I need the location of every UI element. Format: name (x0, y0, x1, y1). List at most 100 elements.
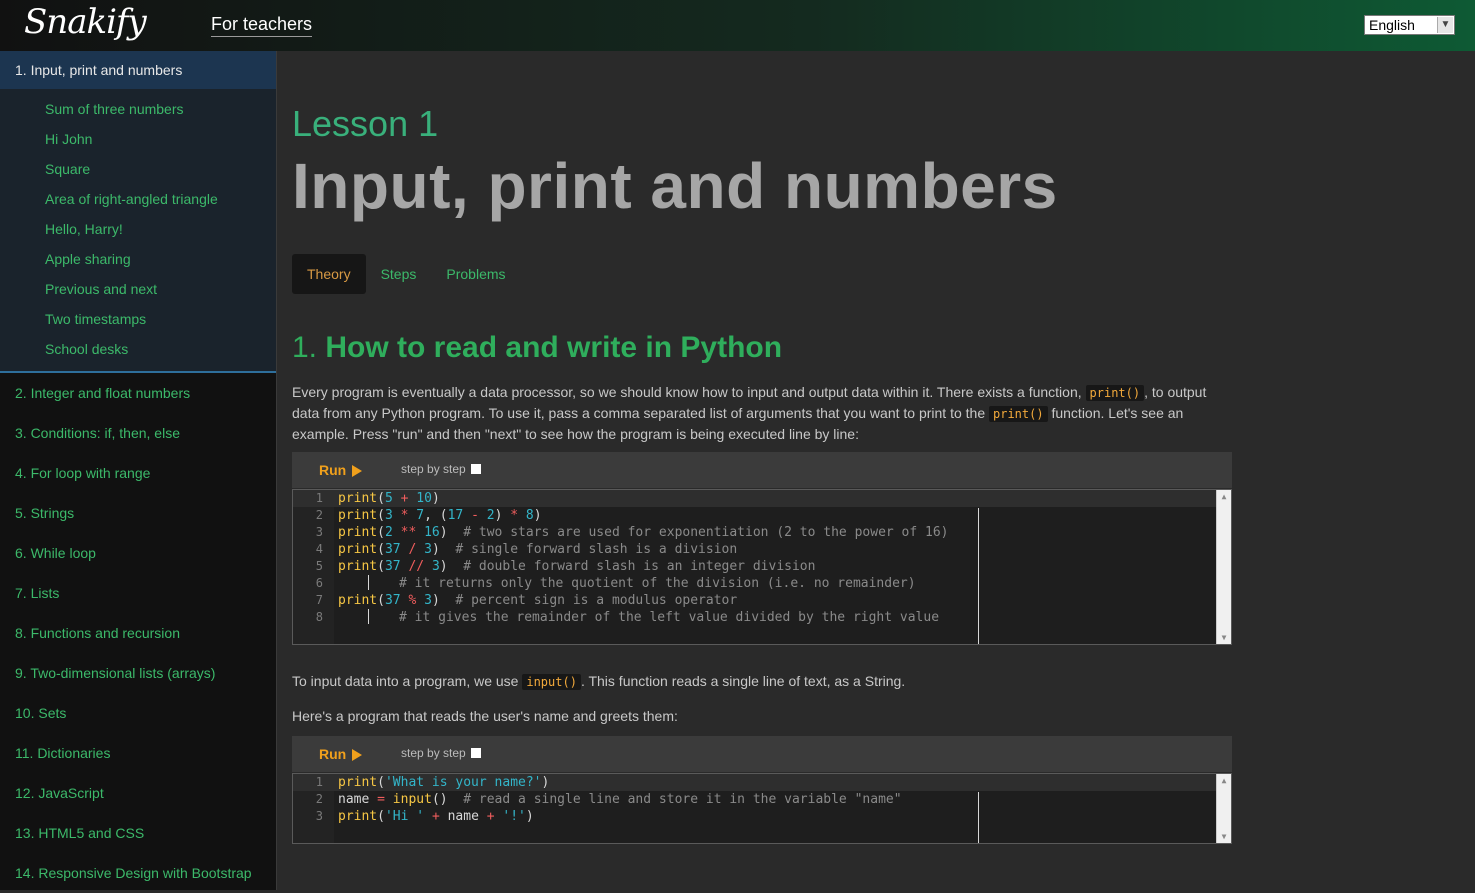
sidebar-problem-item[interactable]: Hi John (0, 124, 276, 154)
step-by-step-checkbox[interactable] (470, 464, 481, 474)
print-margin (978, 508, 979, 644)
run-label: Run (319, 462, 347, 478)
code-line: 7 print(37 % 3) # percent sign is a modul… (293, 592, 1231, 609)
sidebar-lesson-item[interactable]: 13. HTML5 and CSS (0, 813, 276, 853)
code-line: 4 print(37 / 3) # single forward slash is… (293, 541, 1231, 558)
sidebar-lesson-item[interactable]: 8. Functions and recursion (0, 613, 276, 653)
run-button[interactable]: Run (319, 462, 363, 478)
code-line: 8 # it gives the remainder of the left va… (293, 609, 1231, 626)
line-number: 4 (315, 542, 323, 556)
play-icon (352, 465, 363, 478)
sidebar-lesson-item[interactable]: 4. For loop with range (0, 453, 276, 493)
line-number: 5 (315, 559, 323, 573)
inline-code: print() (1085, 385, 1145, 401)
sidebar-lesson-item[interactable]: 6. While loop (0, 533, 276, 573)
section-heading: 1. How to read and write in Python (292, 331, 782, 365)
lesson-sidebar: 1. Input, print and numbers Sum of three… (0, 51, 277, 890)
code-editor[interactable]: 1 print('What is your name?') 2 name = inp… (292, 773, 1232, 844)
text-run: Every program is eventually a data proce… (292, 384, 1086, 400)
text-run: To input data into a program, we use (292, 673, 523, 689)
sidebar-lesson-item[interactable]: 12. JavaScript (0, 773, 276, 813)
sidebar-lesson-item[interactable]: 5. Strings (0, 493, 276, 533)
inline-code: print() (989, 406, 1048, 422)
sidebar-lesson-item[interactable]: 10. Sets (0, 693, 276, 733)
step-by-step-toggle[interactable]: step by step (401, 462, 481, 476)
greeting-paragraph: Here's a program that reads the user's n… (292, 708, 678, 724)
sidebar-lesson-item[interactable]: 11. Dictionaries (0, 733, 276, 773)
intro-paragraph: Every program is eventually a data proce… (292, 382, 1232, 444)
input-paragraph: To input data into a program, we use inp… (292, 671, 1232, 692)
print-margin (978, 792, 979, 843)
section-title: How to read and write in Python (325, 331, 783, 364)
step-by-step-toggle[interactable]: step by step (401, 746, 481, 760)
line-number: 2 (315, 508, 323, 522)
code-line: 1 print('What is your name?') (293, 774, 1231, 791)
line-number: 6 (315, 576, 323, 590)
sidebar-problem-item[interactable]: Apple sharing (0, 244, 276, 274)
code-editor[interactable]: 1 print(5 + 10) 2 print(3 * 7, (17 - 2) * … (292, 489, 1232, 645)
top-bar: Snakify For teachers English ▼ (0, 0, 1475, 51)
tab-steps[interactable]: Steps (366, 254, 432, 294)
scroll-down-icon[interactable]: ▼ (1217, 832, 1231, 841)
code-text: print(5 + 10) (338, 491, 440, 506)
code-line: 3 print('Hi ' + name + '!') (293, 808, 1231, 825)
code-text: print('What is your name?') (338, 775, 550, 790)
code-line: 5 print(37 // 3) # double forward slash i… (293, 558, 1231, 575)
code-text: print(37 / 3) # single forward slash is … (338, 542, 738, 557)
language-select[interactable]: English ▼ (1364, 15, 1455, 35)
sidebar-problem-item[interactable]: Area of right-angled triangle (0, 184, 276, 214)
sidebar-problem-item[interactable]: Two timestamps (0, 304, 276, 334)
scrollbar[interactable]: ▲ ▼ (1216, 774, 1231, 843)
sidebar-current-lesson[interactable]: 1. Input, print and numbers (0, 51, 276, 89)
code-line: 1 print(5 + 10) (293, 490, 1231, 507)
code-text: print(37 // 3) # double forward slash is… (338, 559, 816, 574)
tab-theory[interactable]: Theory (292, 254, 366, 294)
sidebar-problem-item[interactable]: Previous and next (0, 274, 276, 304)
section-number: 1. (292, 331, 318, 364)
text-run: . This function reads a single line of t… (580, 673, 906, 689)
line-number: 8 (315, 610, 323, 624)
sidebar-lesson-item[interactable]: 14. Responsive Design with Bootstrap (0, 853, 276, 893)
sidebar-lesson-item[interactable]: 9. Two-dimensional lists (arrays) (0, 653, 276, 693)
sidebar-problem-item[interactable]: Square (0, 154, 276, 184)
code-text: print(3 * 7, (17 - 2) * 8) (338, 508, 542, 523)
code-text: name = input() # read a single line and … (338, 792, 902, 807)
code-text: # it gives the remainder of the left val… (338, 609, 939, 626)
sidebar-lesson-item[interactable]: 7. Lists (0, 573, 276, 613)
language-value: English (1369, 17, 1415, 33)
line-number: 2 (315, 792, 323, 806)
lesson-number: Lesson 1 (292, 103, 439, 144)
for-teachers-link[interactable]: For teachers (211, 14, 313, 37)
step-by-step-checkbox[interactable] (470, 748, 481, 758)
tab-problems[interactable]: Problems (431, 254, 520, 294)
step-label: step by step (401, 462, 466, 476)
code-widget: Run step by step 1 print('What is your na… (292, 736, 1232, 844)
sidebar-lesson-item[interactable]: 3. Conditions: if, then, else (0, 413, 276, 453)
inline-code: input() (522, 674, 581, 690)
scroll-up-icon[interactable]: ▲ (1217, 776, 1231, 785)
scroll-down-icon[interactable]: ▼ (1217, 633, 1231, 642)
scroll-up-icon[interactable]: ▲ (1217, 492, 1231, 501)
lesson-tabs: Theory Steps Problems (292, 254, 521, 294)
play-icon (352, 749, 363, 762)
code-line: 2 print(3 * 7, (17 - 2) * 8) (293, 507, 1231, 524)
run-button[interactable]: Run (319, 746, 363, 762)
code-text: print(2 ** 16) # two stars are used for … (338, 525, 949, 540)
sidebar-lesson-item[interactable]: 2. Integer and float numbers (0, 373, 276, 413)
code-line: 6 # it returns only the quotient of the d… (293, 575, 1231, 592)
code-line: 3 print(2 ** 16) # two stars are used for… (293, 524, 1231, 541)
sidebar-problem-item[interactable]: School desks (0, 334, 276, 364)
code-toolbar: Run step by step (292, 452, 1232, 488)
sidebar-problem-item[interactable]: Sum of three numbers (0, 94, 276, 124)
snakify-logo[interactable]: Snakify (24, 2, 147, 42)
scrollbar[interactable]: ▲ ▼ (1216, 490, 1231, 644)
page-title: Input, print and numbers (292, 150, 1058, 222)
chevron-down-icon[interactable]: ▼ (1437, 17, 1453, 33)
sidebar-problem-item[interactable]: Hello, Harry! (0, 214, 276, 244)
code-text: # it returns only the quotient of the di… (338, 575, 916, 592)
line-number: 3 (315, 525, 323, 539)
line-number: 3 (315, 809, 323, 823)
line-number: 7 (315, 593, 323, 607)
step-label: step by step (401, 746, 466, 760)
line-number: 1 (315, 491, 323, 505)
